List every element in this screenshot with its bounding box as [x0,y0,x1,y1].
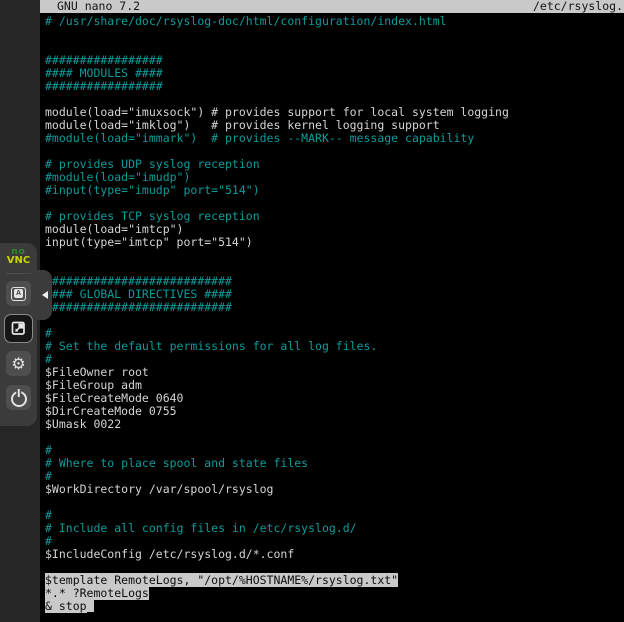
editor-line: # Include all config files in /etc/rsysl… [45,522,624,535]
power-icon [11,391,27,407]
nano-filename-label: /etc/rsyslog. [533,0,623,13]
fullscreen-icon [11,321,26,336]
terminal-window[interactable]: GNU nano 7.2 /etc/rsyslog. # /usr/share/… [40,0,624,622]
editor-line [45,496,624,509]
nano-version-label: GNU nano 7.2 [57,0,140,13]
editor-line: $Umask 0022 [45,418,624,431]
gear-icon: ⚙ [11,356,25,372]
editor-line: #module(load="immark") # provides --MARK… [45,132,624,145]
vnc-button-keyboard[interactable]: A [6,281,31,306]
text-cursor [87,600,94,612]
collapse-arrow-icon [42,291,48,299]
editor-line: # Where to place spool and state files [45,457,624,470]
keyboard-icon: A [11,287,26,301]
novnc-logo-vnc: VNC [7,256,30,266]
editor-line [45,28,624,41]
editor-line: # /usr/share/doc/rsyslog-doc/html/config… [45,15,624,28]
editor-line: input(type="imtcp" port="514") [45,236,624,249]
novnc-logo: no VNC [7,248,30,266]
nano-titlebar: GNU nano 7.2 /etc/rsyslog. [40,0,624,13]
editor-line: $DirCreateMode 0755 [45,405,624,418]
vnc-button-fullscreen[interactable] [5,315,32,342]
editor-line: #input(type="imudp" port="514") [45,184,624,197]
editor-line: # Set the default permissions for all lo… [45,340,624,353]
editor-line [45,314,624,327]
editor-line [45,249,624,262]
editor-line: *.* ?RemoteLogs [45,587,624,600]
vnc-button-power[interactable] [6,385,31,410]
editor-line: ################# [45,80,624,93]
editor-line [45,431,624,444]
editor-line: & stop [45,600,624,613]
panel-divider [6,273,31,274]
editor-line: $WorkDirectory /var/spool/rsyslog [45,483,624,496]
vnc-button-settings[interactable]: ⚙ [6,351,31,376]
editor-line: ########################### [45,301,624,314]
novnc-control-panel: no VNC A ⚙ [0,243,37,426]
editor-content[interactable]: # /usr/share/doc/rsyslog-doc/html/config… [40,13,624,613]
editor-line: $IncludeConfig /etc/rsyslog.d/*.conf [45,548,624,561]
